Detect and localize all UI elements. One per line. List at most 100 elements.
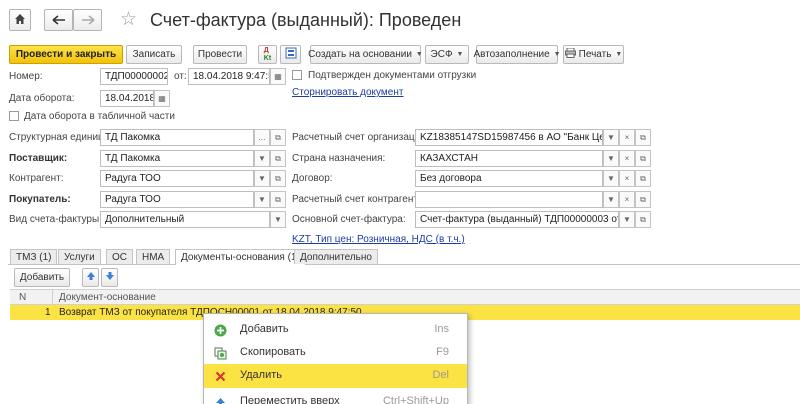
- contract-field[interactable]: Без договора: [415, 170, 603, 187]
- chevron-down-icon: ▼: [274, 215, 282, 224]
- calendar-icon: ▦: [274, 72, 282, 81]
- buyer-open-button[interactable]: ⧉: [270, 191, 286, 208]
- chevron-down-icon: ▼: [607, 154, 615, 163]
- column-n-header[interactable]: N: [19, 292, 26, 303]
- contract-label: Договор:: [292, 173, 333, 184]
- move-up-button[interactable]: [82, 268, 99, 287]
- menu-item-copy[interactable]: Скопировать F9: [204, 341, 467, 365]
- home-icon: [14, 13, 26, 28]
- dest-country-clear-button[interactable]: ×: [619, 150, 635, 167]
- open-icon: ⧉: [640, 173, 646, 183]
- delete-icon: [213, 369, 227, 383]
- supplier-dropdown-button[interactable]: ▼: [254, 150, 270, 167]
- chevron-down-icon: ▼: [415, 51, 423, 58]
- dest-country-dropdown-button[interactable]: ▼: [603, 150, 619, 167]
- forward-button[interactable]: [73, 9, 102, 31]
- invoice-type-dropdown-button[interactable]: ▼: [270, 211, 286, 228]
- open-icon: ⧉: [275, 132, 281, 142]
- add-row-button[interactable]: Добавить: [14, 268, 70, 287]
- close-icon: ×: [624, 174, 630, 183]
- cp-account-open-button[interactable]: ⧉: [635, 191, 651, 208]
- tab-base-documents[interactable]: Документы-основания (1): [175, 249, 306, 265]
- chevron-down-icon: ▼: [607, 133, 615, 142]
- arrow-right-icon: [81, 13, 95, 28]
- struct-unit-field[interactable]: ТД Пакомка: [100, 129, 254, 146]
- price-settings-link[interactable]: KZT, Тип цен: Розничная, НДС (в т.ч.): [292, 234, 465, 245]
- main-invoice-dropdown-button[interactable]: ▼: [619, 211, 635, 228]
- supplier-open-button[interactable]: ⧉: [270, 150, 286, 167]
- column-doc-header[interactable]: Документ-основание: [59, 292, 156, 303]
- struct-unit-open-button[interactable]: ⧉: [270, 129, 286, 146]
- chevron-down-icon: ▼: [615, 51, 623, 58]
- cp-account-field[interactable]: [415, 191, 603, 208]
- post-and-close-button[interactable]: Провести и закрыть: [9, 45, 123, 64]
- counterparty-field[interactable]: Радуга ТОО: [100, 170, 254, 187]
- buyer-dropdown-button[interactable]: ▼: [254, 191, 270, 208]
- dest-country-open-button[interactable]: ⧉: [635, 150, 651, 167]
- menu-item-delete[interactable]: Удалить Del: [204, 364, 467, 388]
- contract-open-button[interactable]: ⧉: [635, 170, 651, 187]
- home-button[interactable]: [9, 9, 31, 31]
- autofill-button[interactable]: Автозаполнение ▼: [473, 45, 561, 64]
- window-title: Счет-фактура (выданный): Проведен: [150, 10, 462, 30]
- buyer-field[interactable]: Радуга ТОО: [100, 191, 254, 208]
- save-button[interactable]: Записать: [126, 45, 182, 64]
- calendar-button[interactable]: ▦: [270, 68, 286, 85]
- create-based-on-label: Создать на основании: [308, 49, 412, 60]
- reverse-document-link[interactable]: Сторнировать документ: [292, 87, 403, 98]
- tab-os[interactable]: ОС: [106, 249, 133, 264]
- org-account-open-button[interactable]: ⧉: [635, 129, 651, 146]
- dest-country-field[interactable]: КАЗАХСТАН: [415, 150, 603, 167]
- esf-label: ЭСФ: [430, 49, 453, 60]
- esf-button[interactable]: ЭСФ ▼: [425, 45, 469, 64]
- counterparty-dropdown-button[interactable]: ▼: [254, 170, 270, 187]
- from-label: от:: [174, 71, 187, 82]
- arrow-left-icon: [52, 13, 66, 28]
- counterparty-open-button[interactable]: ⧉: [270, 170, 286, 187]
- cp-account-clear-button[interactable]: ×: [619, 191, 635, 208]
- row-number: 1: [45, 307, 51, 318]
- number-field[interactable]: ТДП00000002: [100, 68, 168, 85]
- save-label: Записать: [132, 49, 176, 60]
- menu-item-shortcut: F9: [436, 346, 449, 358]
- contract-dropdown-button[interactable]: ▼: [603, 170, 619, 187]
- main-invoice-field[interactable]: Счет-фактура (выданный) ТДП00000003 от 1…: [415, 211, 619, 228]
- buyer-label: Покупатель:: [9, 194, 71, 205]
- tab-additional[interactable]: Дополнительно: [294, 249, 378, 264]
- tab-label: НМА: [142, 251, 165, 263]
- tab-label: Дополнительно: [300, 251, 372, 263]
- org-account-field[interactable]: KZ18385147SD15987456 в АО "Банк ЦентрКр: [415, 129, 603, 146]
- date-field[interactable]: 18.04.2018 9:47:5: [188, 68, 270, 85]
- tab-nma[interactable]: НМА: [136, 249, 171, 264]
- supplier-field[interactable]: ТД Пакомка: [100, 150, 254, 167]
- org-account-dropdown-button[interactable]: ▼: [603, 129, 619, 146]
- tab-tmz[interactable]: ТМЗ (1): [10, 249, 58, 264]
- confirmed-checkbox[interactable]: [292, 70, 302, 80]
- dt-kt-report-button[interactable]: Д Kt: [258, 45, 277, 64]
- autofill-label: Автозаполнение: [473, 49, 550, 60]
- contract-clear-button[interactable]: ×: [619, 170, 635, 187]
- menu-item-add[interactable]: Добавить Ins: [204, 318, 467, 342]
- turnover-tab-checkbox[interactable]: [9, 111, 19, 121]
- menu-item-move-up[interactable]: Переместить вверх Ctrl+Shift+Up: [204, 390, 467, 404]
- tab-label: Услуги: [64, 251, 95, 263]
- chevron-down-icon: ▼: [258, 154, 266, 163]
- post-button[interactable]: Провести: [193, 45, 247, 64]
- chevron-down-icon: ▼: [607, 174, 615, 183]
- turnover-calendar-button[interactable]: ▦: [154, 90, 170, 107]
- org-account-clear-button[interactable]: ×: [619, 129, 635, 146]
- back-button[interactable]: [44, 9, 73, 31]
- create-based-on-button[interactable]: Создать на основании ▼: [308, 45, 423, 64]
- struct-unit-select-button[interactable]: …: [254, 129, 270, 146]
- print-button[interactable]: Печать ▼: [563, 45, 624, 64]
- structure-button[interactable]: [280, 45, 301, 64]
- star-icon[interactable]: ☆: [120, 8, 137, 31]
- invoice-type-field[interactable]: Дополнительный: [100, 211, 270, 228]
- main-invoice-open-button[interactable]: ⧉: [635, 211, 651, 228]
- move-down-button[interactable]: [101, 268, 118, 287]
- turnover-date-field[interactable]: 18.04.2018: [100, 90, 154, 107]
- tab-services[interactable]: Услуги: [58, 249, 101, 264]
- printer-icon: [564, 47, 576, 61]
- menu-item-label: Переместить вверх: [240, 395, 340, 404]
- cp-account-dropdown-button[interactable]: ▼: [603, 191, 619, 208]
